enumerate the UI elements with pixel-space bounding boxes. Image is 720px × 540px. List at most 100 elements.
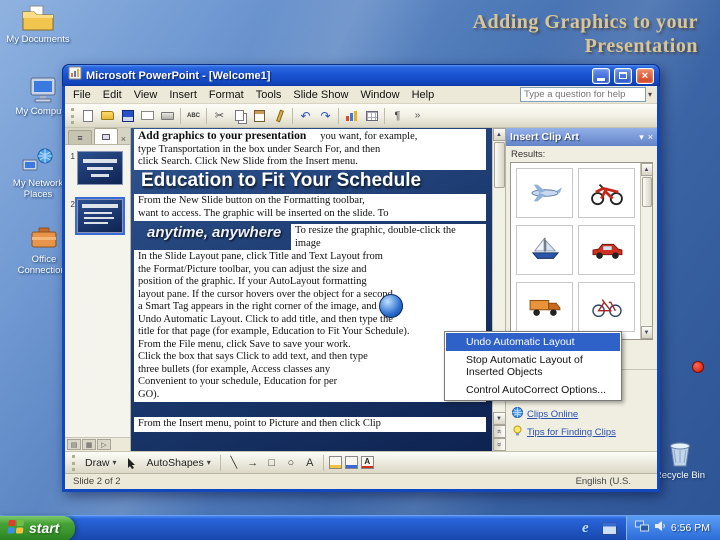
oval-tool-icon[interactable]: ○ [283,455,299,471]
tab-outline[interactable]: ≡ [68,130,92,144]
powerpoint-window: Microsoft PowerPoint - [Welcome1] × File… [62,64,660,492]
scroll-up-icon[interactable]: ▲ [640,163,653,176]
globe-clipart[interactable] [379,294,403,318]
save-icon[interactable] [118,106,137,125]
menu-file[interactable]: File [67,87,97,103]
previous-slide-icon[interactable]: « [492,425,506,438]
tab-slides[interactable] [94,128,118,144]
email-icon[interactable] [138,106,157,125]
network-tray-icon[interactable] [634,519,649,537]
desktop-icon-my-documents[interactable]: My Documents [6,4,70,45]
menu-view[interactable]: View [128,87,164,103]
slide-1-thumbnail[interactable] [77,151,123,185]
redo-icon[interactable]: ↷ [316,106,335,125]
text-box-icon[interactable]: A [302,455,318,471]
slide-sorter-view-icon[interactable]: ▦ [82,439,96,450]
arrow-tool-icon[interactable]: → [245,455,261,471]
menu-insert[interactable]: Insert [163,87,203,103]
menu-item-control-autocorrect-options[interactable]: Control AutoCorrect Options... [446,381,620,399]
task-pane-close-icon[interactable]: × [648,132,653,142]
toolbar-separator [206,107,207,124]
spelling-icon[interactable]: ABC [184,106,203,125]
toolbar-grip[interactable] [71,107,74,124]
slide-title[interactable]: Education to Fit Your Schedule [141,170,488,192]
clipart-airplane[interactable] [516,168,573,218]
new-icon[interactable] [78,106,97,125]
restore-button[interactable] [614,67,632,84]
start-button[interactable]: start [0,515,76,540]
scroll-down-icon[interactable]: ▼ [640,326,653,339]
scrollbar-thumb[interactable] [493,142,505,188]
volume-tray-icon[interactable] [654,519,666,537]
menu-edit[interactable]: Edit [97,87,128,103]
minimize-button[interactable] [592,67,610,84]
next-slide-icon[interactable]: » [492,438,506,451]
open-icon[interactable] [98,106,117,125]
scroll-down-icon[interactable]: ▼ [492,412,506,425]
toolbar-overflow-icon[interactable]: » [408,106,427,125]
slide-2-thumbnail[interactable] [75,197,125,235]
clipart-car[interactable] [578,225,635,275]
slide-thumbnail-row[interactable]: 1 [67,151,128,185]
pane-close-icon[interactable]: × [121,134,126,144]
toolbar-separator [219,454,221,471]
title-bar[interactable]: Microsoft PowerPoint - [Welcome1] × [62,64,660,86]
menu-tools[interactable]: Tools [250,87,288,103]
lightbulb-icon [512,425,523,439]
scroll-up-icon[interactable]: ▲ [492,128,506,141]
tips-link[interactable]: Tips for Finding Clips [512,425,651,439]
clipart-truck[interactable] [516,282,573,332]
line-color-icon[interactable] [344,456,358,469]
task-pane-menu-icon[interactable]: ▾ [639,132,644,143]
vertical-scrollbar[interactable]: ▲ ▼ « » [492,128,506,451]
select-objects-icon[interactable] [124,455,140,471]
slideshow-view-icon[interactable]: ▷ [97,439,111,450]
clipart-bicycle[interactable] [578,282,635,332]
internet-explorer-icon[interactable]: e [577,520,594,537]
menu-item-undo-automatic-layout[interactable]: Undo Automatic Layout [446,333,620,351]
line-tool-icon[interactable]: ╲ [226,455,242,471]
insert-table-icon[interactable] [362,106,381,125]
help-question-input[interactable] [519,87,646,102]
close-button[interactable]: × [636,67,654,84]
language-indicator: English (U.S. [575,476,631,487]
insert-chart-icon[interactable] [342,106,361,125]
scrollbar-thumb[interactable] [641,177,652,207]
menu-format[interactable]: Format [203,87,250,103]
desktop-icon-my-network-places[interactable]: My Network Places [6,148,70,200]
toolbar-grip[interactable] [72,454,75,471]
show-formatting-icon[interactable]: ¶ [388,106,407,125]
tutorial-line: three bullets (for example, Access class… [138,363,331,375]
rectangle-tool-icon[interactable]: □ [264,455,280,471]
undo-icon[interactable]: ↶ [296,106,315,125]
fill-color-icon[interactable] [328,456,342,469]
chevron-down-icon: ▾ [206,458,211,467]
paste-icon[interactable] [250,106,269,125]
window-app-icon[interactable] [601,520,618,537]
tutorial-text-block: To resize the graphic, double-click the … [291,224,486,251]
window-body: File Edit View Insert Format Tools Slide… [62,86,660,492]
format-painter-icon[interactable] [270,106,289,125]
cut-icon[interactable]: ✂ [210,106,229,125]
font-color-icon[interactable]: A [360,456,374,469]
tutorial-line: From the Insert menu, point to Picture a… [138,418,381,429]
menu-item-stop-automatic-layout[interactable]: Stop Automatic Layout of Inserted Object… [446,351,620,381]
copy-icon[interactable] [230,106,249,125]
clips-online-link[interactable]: Clips Online [512,407,651,421]
menu-window[interactable]: Window [354,87,405,103]
slide-canvas[interactable]: Education to Fit Your Schedule anytime, … [131,128,492,451]
chevron-down-icon[interactable]: ▾ [648,90,652,99]
draw-menu-button[interactable]: Draw ▾ [81,456,121,470]
clock[interactable]: 6:56 PM [671,522,710,534]
autoshapes-menu-button[interactable]: AutoShapes ▾ [143,456,215,470]
powerpoint-icon [68,66,82,85]
print-icon[interactable] [158,106,177,125]
clipart-sailboat[interactable] [516,225,573,275]
normal-view-icon[interactable]: ▤ [67,439,81,450]
clipart-motorcycle[interactable] [578,168,635,218]
task-pane-scrollbar[interactable]: ▲ ▼ [640,163,653,339]
menu-help[interactable]: Help [406,87,441,103]
menu-slide-show[interactable]: Slide Show [287,87,354,103]
slide-thumbnail-row[interactable]: 2 [67,197,128,235]
slide-subtitle[interactable]: anytime, anywhere [147,224,281,241]
